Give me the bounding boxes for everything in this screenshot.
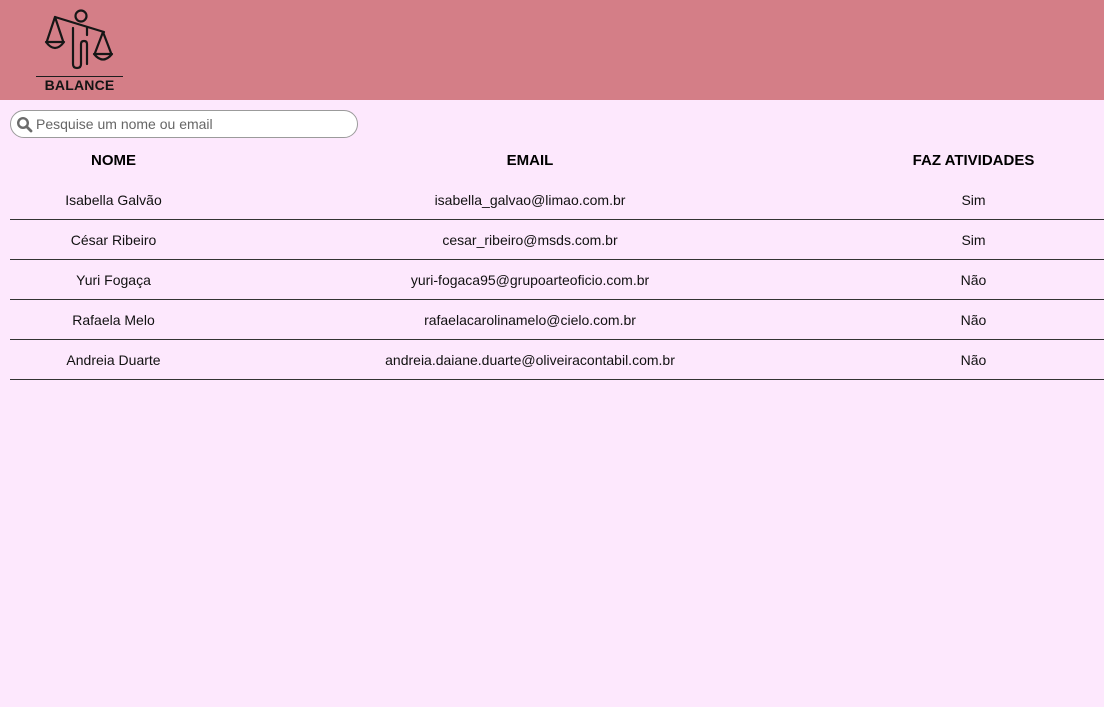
search-icon [16, 116, 33, 133]
table-row[interactable]: Rafaela Melo rafaelacarolinamelo@cielo.c… [10, 299, 1104, 340]
cell-activities: Não [843, 259, 1104, 300]
cell-name: Rafaela Melo [10, 299, 217, 340]
cell-activities: Sim [843, 219, 1104, 260]
table-row[interactable]: César Ribeiro cesar_ribeiro@msds.com.br … [10, 219, 1104, 260]
column-header-email[interactable]: EMAIL [217, 141, 843, 180]
column-header-name[interactable]: NOME [10, 141, 217, 180]
cell-activities: Não [843, 339, 1104, 380]
table-row[interactable]: Yuri Fogaça yuri-fogaca95@grupoarteofici… [10, 259, 1104, 300]
cell-email: isabella_galvao@limao.com.br [217, 180, 843, 220]
brand-logo[interactable]: BALANCE [36, 8, 124, 94]
cell-name: Andreia Duarte [10, 339, 217, 380]
cell-name: Yuri Fogaça [10, 259, 217, 300]
cell-email: andreia.daiane.duarte@oliveiracontabil.c… [217, 339, 843, 380]
table-header-row: NOME EMAIL FAZ ATIVIDADES [10, 141, 1104, 180]
app-header: BALANCE [0, 0, 1104, 100]
cell-name: César Ribeiro [10, 219, 217, 260]
cell-email: rafaelacarolinamelo@cielo.com.br [217, 299, 843, 340]
search-input[interactable] [36, 114, 346, 134]
table-row[interactable]: Andreia Duarte andreia.daiane.duarte@oli… [10, 339, 1104, 380]
column-header-activities[interactable]: FAZ ATIVIDADES [843, 141, 1104, 180]
cell-email: cesar_ribeiro@msds.com.br [217, 219, 843, 260]
table-row[interactable]: Isabella Galvão isabella_galvao@limao.co… [10, 180, 1104, 220]
cell-email: yuri-fogaca95@grupoarteoficio.com.br [217, 259, 843, 300]
brand-name: BALANCE [44, 77, 115, 93]
users-table: NOME EMAIL FAZ ATIVIDADES Isabella Galvã… [10, 141, 1104, 380]
search-box[interactable] [10, 110, 358, 138]
cell-name: Isabella Galvão [10, 180, 217, 220]
cell-activities: Sim [843, 180, 1104, 220]
balance-scale-person-icon [44, 9, 114, 70]
cell-activities: Não [843, 299, 1104, 340]
